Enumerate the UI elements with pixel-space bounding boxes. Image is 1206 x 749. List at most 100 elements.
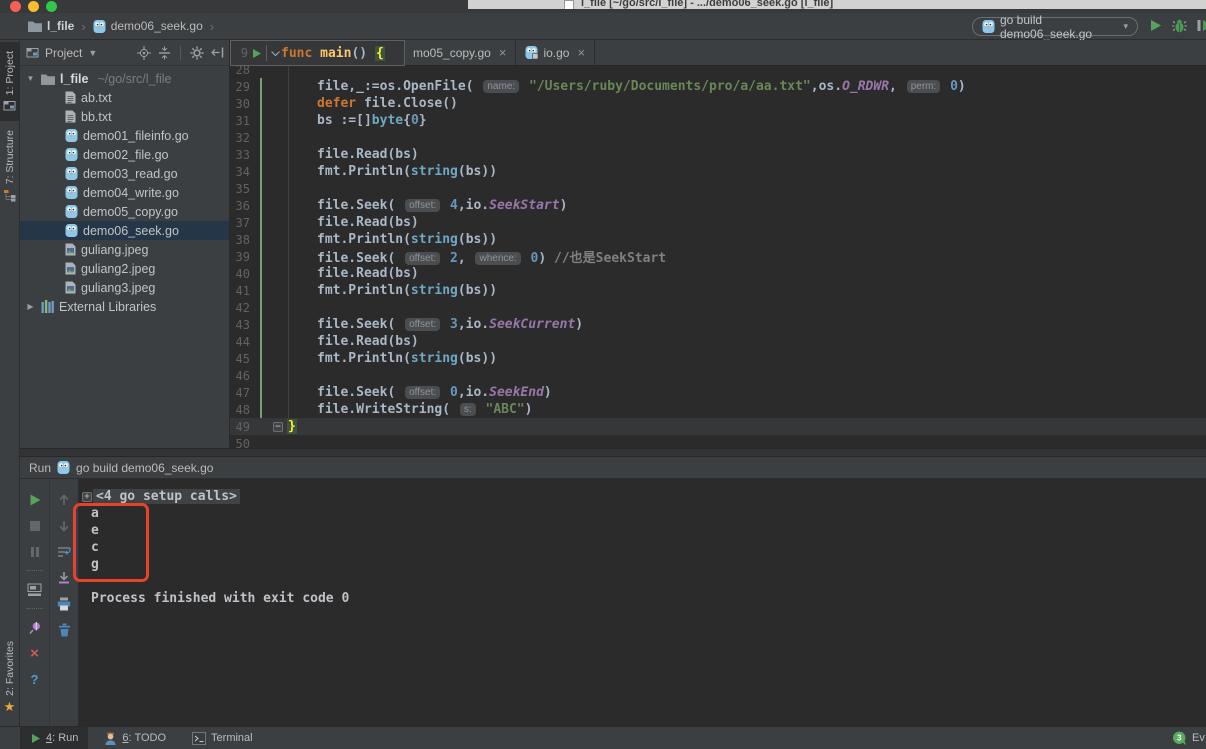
line-number: 47 [230,386,250,400]
run-gutter-icon[interactable] [251,48,262,59]
locate-icon[interactable] [137,46,151,60]
tree-item-demo01_fileinfo.go[interactable]: demo01_fileinfo.go [20,126,229,145]
folder-icon [41,73,55,85]
gofile-icon [65,186,78,199]
tree-item-l_file[interactable]: ▼l_file~/go/src/l_file [20,69,229,88]
code-line-49: 49−} [230,418,1206,435]
imagefile-icon [65,243,76,256]
pin-icon[interactable] [26,619,44,636]
softwrap-icon[interactable] [55,543,73,560]
textfile-icon [65,91,76,104]
fold-marker-icon[interactable]: − [273,422,283,432]
editor[interactable]: mo05_copy.go×io.go× 9 func main() { 2829… [230,40,1206,448]
fold-chevron-icon[interactable] [270,48,281,59]
console-line [79,573,1206,590]
code-line-43: 43file.Seek( offset: 3,io.SeekCurrent) [230,316,1206,333]
scrollend-icon[interactable] [55,569,73,586]
code-area[interactable]: 2829file,_:=os.OpenFile( name: "/Users/r… [230,66,1206,448]
breadcrumb-item[interactable]: demo06_seek.go [93,19,203,33]
tab-close-icon[interactable]: × [577,45,585,60]
event-log-widget[interactable]: 3 Ev [1172,727,1205,749]
rerun-icon[interactable] [26,491,44,508]
tree-toggle-icon[interactable]: ▼ [25,74,36,83]
run-panel-title: Run [29,461,51,475]
context-code: func main() { [281,46,385,61]
code-line-42: 42 [230,299,1206,316]
run-with-coverage-button[interactable] [1197,18,1206,33]
editor-tab-io.go[interactable]: io.go× [516,40,595,65]
tree-item-ab.txt[interactable]: ab.txt [20,88,229,107]
console-line: g [79,556,1206,573]
tool-stripe-button[interactable]: 1: Project [0,42,19,121]
tree-item-demo04_write.go[interactable]: demo04_write.go [20,183,229,202]
code-line-44: 44file.Read(bs) [230,333,1206,350]
tree-item-demo03_read.go[interactable]: demo03_read.go [20,164,229,183]
tool-stripe-button[interactable]: 7: Structure [0,121,19,210]
gofile-icon [93,20,106,33]
editor-tab-mo05_copy.go[interactable]: mo05_copy.go× [404,40,516,65]
zoom-window-icon[interactable] [46,1,57,12]
print-icon[interactable] [55,595,73,612]
gear-icon[interactable] [190,46,204,60]
tree-toggle-icon[interactable]: ▶ [25,302,36,311]
debug-button[interactable] [1171,18,1188,33]
code-line-32: 32 [230,129,1206,146]
arrowdown-icon[interactable] [55,517,73,534]
statusbar-item-TODO[interactable]: 6: TODO [94,727,176,749]
tree-item-guliang.jpeg[interactable]: guliang.jpeg [20,240,229,259]
run-tool-window: Run go build demo06_seek.go ×? +<4 go se… [20,457,1206,726]
line-number: 34 [230,165,250,179]
statusbar-item-Terminal[interactable]: Terminal [182,727,263,749]
tree-item-guliang2.jpeg[interactable]: guliang2.jpeg [20,259,229,278]
collapse-icon[interactable] [158,46,171,60]
minimize-window-icon[interactable] [28,1,39,12]
tree-item-demo02_file.go[interactable]: demo02_file.go [20,145,229,164]
macos-titlebar: l_file [~/go/src/l_file] - .../demo06_se… [0,0,1206,13]
svg-text:3: 3 [1177,732,1182,742]
tree-item-demo06_seek.go[interactable]: demo06_seek.go [20,221,229,240]
line-number: 33 [230,148,250,162]
trash-icon[interactable] [55,621,73,638]
code-line-34: 34fmt.Println(string(bs)) [230,163,1206,180]
tab-close-icon[interactable]: × [499,45,507,60]
project-view-icon [26,46,39,59]
code-line-40: 40file.Read(bs) [230,265,1206,282]
run-config-selector[interactable]: go build demo06_seek.go▾ [972,17,1138,36]
code-line-37: 37file.Read(bs) [230,214,1206,231]
help-icon[interactable]: ? [26,671,44,688]
arrowup-icon[interactable] [55,491,73,508]
code-line-30: 30defer file.Close() [230,95,1206,112]
event-log-label: Ev [1192,732,1205,744]
console-line: a [79,505,1206,522]
close-window-icon[interactable] [10,1,21,12]
closex-icon[interactable]: × [26,645,44,662]
library-icon [41,300,54,313]
layout-icon[interactable] [26,581,44,598]
code-line-45: 45fmt.Println(string(bs)) [230,350,1206,367]
code-line-47: 47file.Seek( offset: 0,io.SeekEnd) [230,384,1206,401]
chevron-down-icon[interactable]: ▼ [88,48,97,58]
line-number: 28 [230,66,250,77]
pause-icon[interactable] [26,543,44,560]
tree-item-bb.txt[interactable]: bb.txt [20,107,229,126]
fold-expand-icon[interactable]: + [82,492,92,502]
tool-stripe-button[interactable]: 2: Favorites★ [0,632,19,722]
console-output[interactable]: +<4 go setup calls>aecgProcess finished … [78,479,1206,726]
horizontal-splitter[interactable] [20,448,1206,457]
run-button[interactable] [1148,18,1163,33]
terminal-icon [192,732,206,745]
hide-icon[interactable] [211,46,224,59]
tree-item-guliang3.jpeg[interactable]: guliang3.jpeg [20,278,229,297]
status-bar: 4: Run 6: TODO Terminal 3 Ev [0,726,1206,749]
star-icon: ★ [4,700,16,713]
tree-item-demo05_copy.go[interactable]: demo05_copy.go [20,202,229,221]
code-line-38: 38fmt.Println(string(bs)) [230,231,1206,248]
console-line: e [79,522,1206,539]
breadcrumb-item[interactable]: l_file [28,19,74,33]
gofile-icon [65,205,78,218]
tree-item-External Libraries[interactable]: ▶External Libraries [20,297,229,316]
project-panel-title: Project [45,46,82,60]
stop-icon[interactable] [26,517,44,534]
gofile-icon [65,167,78,180]
statusbar-item-Run[interactable]: 4: Run [20,727,88,749]
